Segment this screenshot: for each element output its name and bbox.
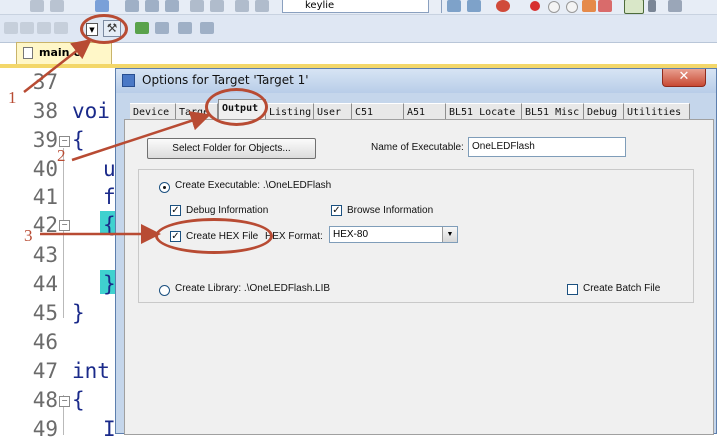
annotation-number-1: 1 [8,88,17,107]
annotation-arrows [23,38,211,244]
annotation-number-3: 3 [24,226,33,245]
annotation-arrow-2 [71,111,211,162]
annotation-number-2: 2 [57,146,66,165]
annotation-arrow-1 [23,38,92,93]
